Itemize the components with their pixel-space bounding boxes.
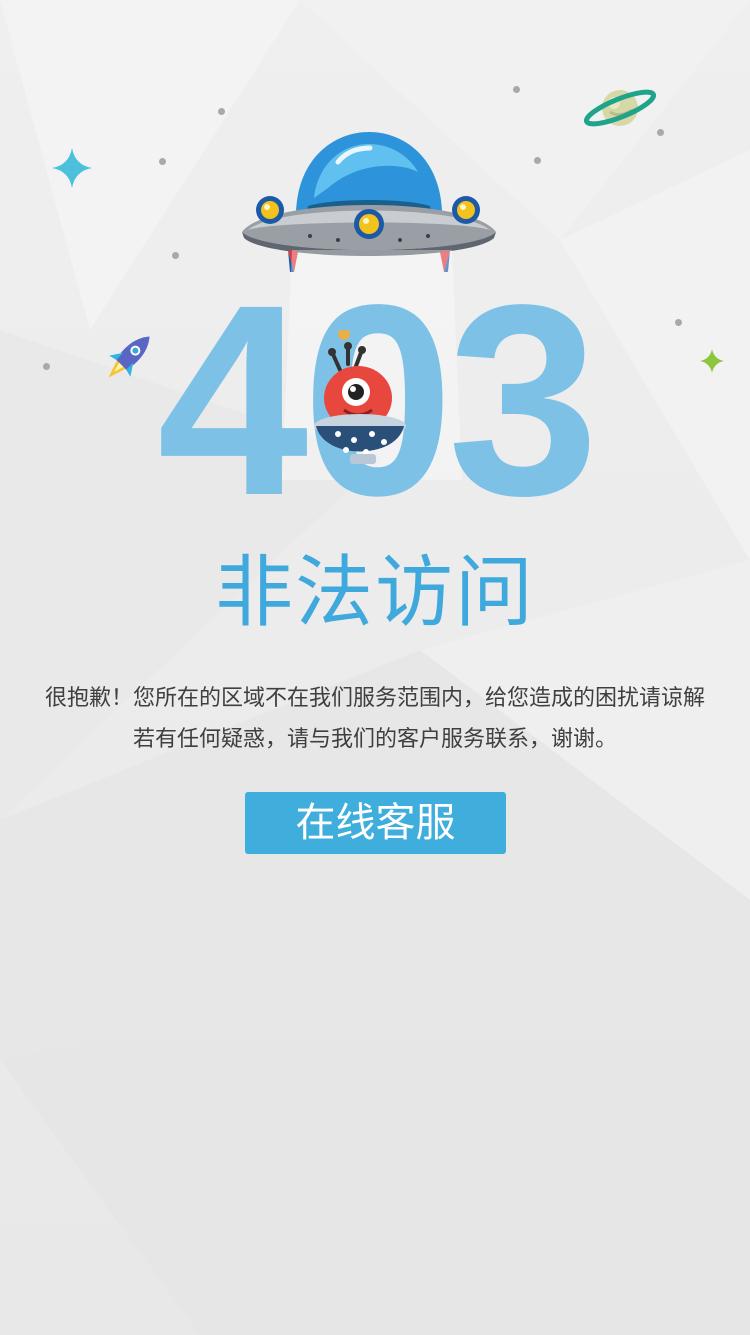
star-dot <box>43 363 50 370</box>
star-dot <box>159 158 166 165</box>
star-dot <box>657 129 664 136</box>
star-dot <box>218 108 225 115</box>
star-dot <box>675 319 682 326</box>
error-message-line-2: 若有任何疑惑，请与我们的客户服务联系，谢谢。 <box>132 727 617 752</box>
online-customer-service-button[interactable]: 在线客服 <box>245 792 506 854</box>
green-star-icon <box>700 349 724 373</box>
star-dot <box>513 86 520 93</box>
alien-monster-illustration <box>314 330 406 464</box>
sparkle-star-icon <box>52 148 92 188</box>
planet-icon <box>584 89 656 127</box>
error-message-line-1: 很抱歉！您所在的区域不在我们服务范围内，给您造成的困扰请谅解 <box>44 686 705 711</box>
page-title: 非法访问 <box>214 548 535 638</box>
star-dot <box>534 157 541 164</box>
error-code-block: 403 <box>150 264 600 536</box>
